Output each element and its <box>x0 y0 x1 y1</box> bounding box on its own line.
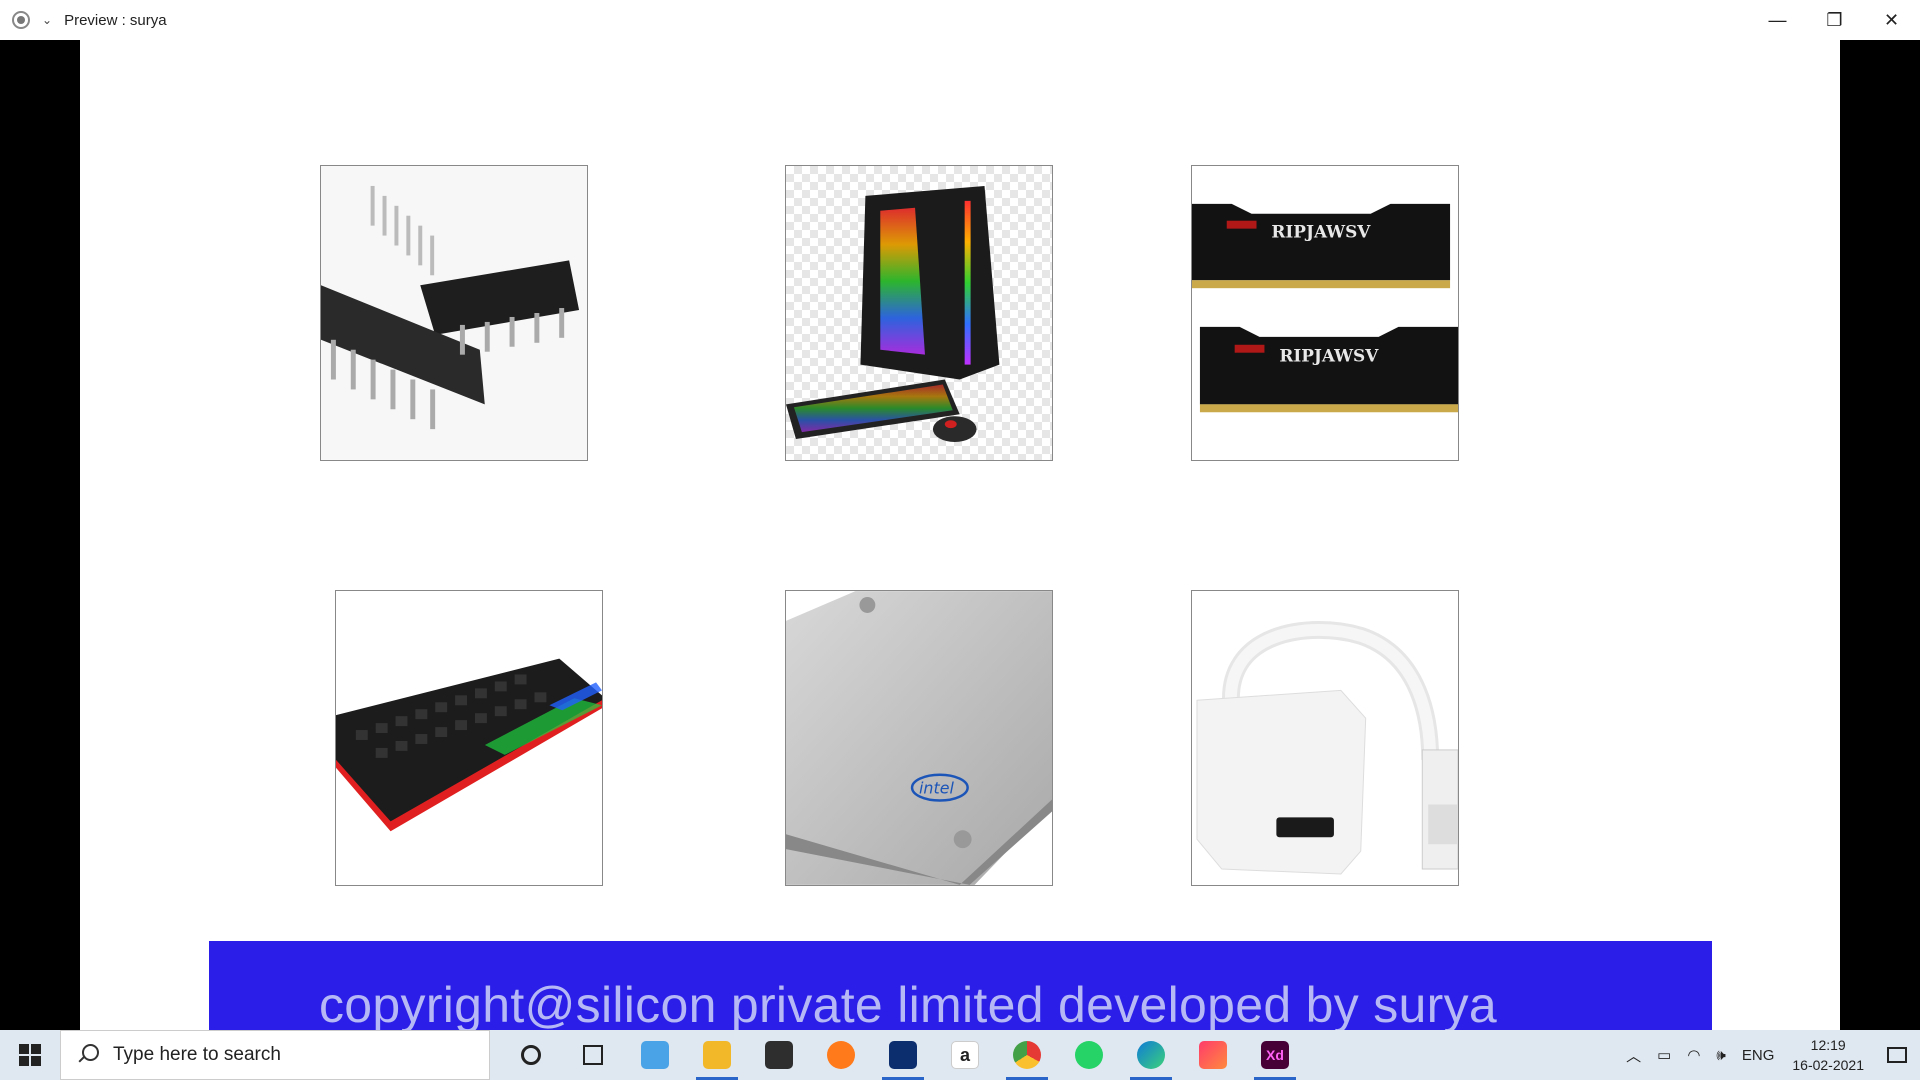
record-icon[interactable] <box>12 11 30 29</box>
desktop-pc-image <box>786 185 1000 443</box>
adapter-image <box>1196 621 1458 875</box>
chevron-up-icon[interactable]: ︿ <box>1626 1045 1641 1066</box>
keyboard-image <box>336 658 602 832</box>
minimize-button[interactable]: — <box>1749 0 1806 40</box>
search-placeholder: Type here to search <box>113 1044 281 1065</box>
clock[interactable]: 12:19 16-02-2021 <box>1792 1035 1864 1075</box>
whatsapp-button[interactable] <box>1058 1030 1120 1080</box>
product-card-rgb-keyboard[interactable] <box>335 590 603 886</box>
battery-icon[interactable]: ▭ <box>1657 1046 1671 1064</box>
adobe-xd-button[interactable]: Xd <box>1244 1030 1306 1080</box>
chrome-button[interactable] <box>996 1030 1058 1080</box>
task-view-button[interactable] <box>562 1030 624 1080</box>
product-card-ssd-drive[interactable]: intel <box>785 590 1053 886</box>
preview-page: RIPJAWSV RIPJAWSV intel copyright@silico… <box>80 40 1840 1030</box>
ram-label-top: RIPJAWSV <box>1271 222 1371 242</box>
firefox-icon <box>827 1041 855 1069</box>
mail-icon <box>765 1041 793 1069</box>
amazon-button[interactable]: a <box>934 1030 996 1080</box>
product-card-gaming-pc[interactable] <box>785 165 1053 461</box>
product-card-ic-chips[interactable] <box>320 165 588 461</box>
notification-icon <box>1887 1047 1907 1063</box>
file-explorer-button[interactable] <box>686 1030 748 1080</box>
pinned-apps: a Xd <box>500 1030 1306 1080</box>
restore-button[interactable]: ❐ <box>1806 0 1863 40</box>
copyright-text: copyright@silicon private limited develo… <box>319 977 1498 1030</box>
dropbox-button[interactable] <box>872 1030 934 1080</box>
notification-button[interactable] <box>1874 1030 1920 1080</box>
mail-button[interactable] <box>748 1030 810 1080</box>
chevron-down-icon[interactable]: ⌄ <box>42 13 52 27</box>
creative-cloud-icon <box>1199 1041 1227 1069</box>
close-button[interactable]: ✕ <box>1863 0 1920 40</box>
cortana-button[interactable] <box>500 1030 562 1080</box>
chrome-icon <box>1013 1041 1041 1069</box>
ic-chip-image <box>321 166 587 460</box>
this-pc-button[interactable] <box>624 1030 686 1080</box>
volume-icon[interactable]: 🕪 <box>1716 1047 1725 1064</box>
window-titlebar: ⌄ Preview : surya — ❐ ✕ <box>0 0 1920 40</box>
firefox-button[interactable] <box>810 1030 872 1080</box>
whatsapp-icon <box>1075 1041 1103 1069</box>
folder-icon <box>703 1041 731 1069</box>
ssd-brand-label: intel <box>919 779 954 798</box>
copyright-footer: copyright@silicon private limited develo… <box>209 941 1712 1030</box>
ssd-image: intel <box>786 591 1052 885</box>
system-tray: ︿ ▭ ◠ 🕪 ENG 12:19 16-02-2021 <box>1618 1030 1920 1080</box>
amazon-icon: a <box>951 1041 979 1069</box>
edge-icon <box>1137 1041 1165 1069</box>
edge-button[interactable] <box>1120 1030 1182 1080</box>
creative-cloud-button[interactable] <box>1182 1030 1244 1080</box>
dropbox-icon <box>889 1041 917 1069</box>
product-card-ram-modules[interactable]: RIPJAWSV RIPJAWSV <box>1191 165 1459 461</box>
search-icon <box>77 1044 99 1066</box>
start-button[interactable] <box>0 1030 60 1080</box>
ram-label-bottom: RIPJAWSV <box>1279 346 1379 366</box>
wifi-icon[interactable]: ◠ <box>1687 1046 1700 1064</box>
window-controls: — ❐ ✕ <box>1749 0 1920 40</box>
clock-time: 12:19 <box>1810 1037 1846 1053</box>
product-card-hdmi-adapter[interactable] <box>1191 590 1459 886</box>
computer-icon <box>641 1041 669 1069</box>
task-view-icon <box>583 1045 603 1065</box>
adobe-xd-icon: Xd <box>1261 1041 1289 1069</box>
language-indicator[interactable]: ENG <box>1742 1047 1775 1064</box>
taskbar-search[interactable]: Type here to search <box>60 1030 490 1080</box>
clock-date: 16-02-2021 <box>1792 1057 1864 1073</box>
cortana-icon <box>521 1045 541 1065</box>
windows-logo-icon <box>19 1044 41 1066</box>
taskbar: Type here to search a Xd ︿ ▭ ◠ 🕪 ENG 12:… <box>0 1030 1920 1080</box>
window-title: Preview : surya <box>64 11 167 29</box>
ram-image: RIPJAWSV RIPJAWSV <box>1192 203 1458 413</box>
